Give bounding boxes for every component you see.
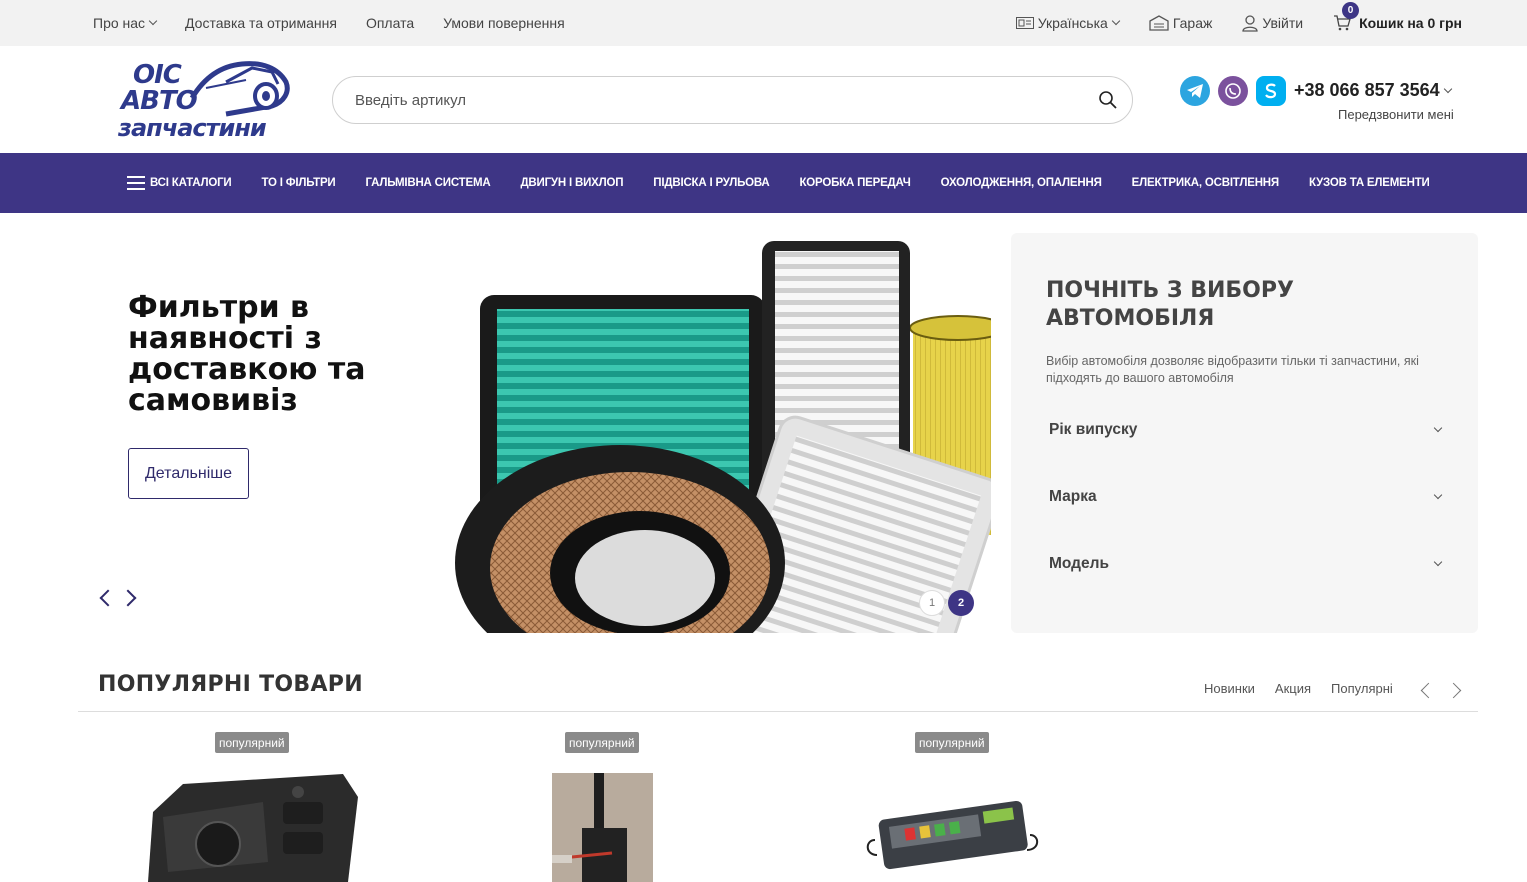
car-select-panel: ПОЧНІТЬ З ВИБОРУ АВТОМОБІЛЯ Вибір автомо…: [1011, 233, 1478, 633]
category-filters[interactable]: ТО І ФІЛЬТРИ: [261, 177, 335, 189]
product-image-stalk-switch[interactable]: [552, 773, 653, 882]
cart-count-badge: 0: [1342, 2, 1360, 19]
category-suspension[interactable]: ПІДВІСКА І РУЛЬОВА: [653, 177, 769, 189]
tab-new[interactable]: Новинки: [1204, 681, 1255, 696]
category-body[interactable]: КУЗОВ ТА ЕЛЕМЕНТИ: [1309, 177, 1430, 189]
chevron-down-icon: [1111, 16, 1121, 26]
top-nav-about[interactable]: Про нас: [93, 15, 158, 31]
category-electrics[interactable]: ЕЛЕКТРИКА, ОСВІТЛЕННЯ: [1132, 177, 1279, 189]
tab-sale[interactable]: Акция: [1275, 681, 1311, 696]
carousel-next-icon[interactable]: [1445, 682, 1462, 699]
telegram-icon[interactable]: [1180, 76, 1210, 106]
product-badge: популярний: [215, 732, 289, 753]
select-model[interactable]: Модель: [1049, 549, 1445, 579]
popular-arrows: [1420, 682, 1462, 699]
chevron-down-icon: [1433, 490, 1443, 500]
car-select-description: Вибір автомобіля дозволяє відобразити ті…: [1046, 354, 1419, 385]
category-cooling[interactable]: ОХОЛОДЖЕННЯ, ОПАЛЕННЯ: [941, 177, 1102, 189]
hero-title: Фильтри в наявності з доставкою та самов…: [128, 290, 366, 418]
search-input[interactable]: [355, 77, 1055, 123]
all-catalogs-button[interactable]: ВСІ КАТАЛОГИ: [127, 176, 232, 190]
slider-dot-1[interactable]: 1: [919, 590, 945, 616]
product-badge: популярний: [565, 732, 639, 753]
login-link[interactable]: Увійти: [1242, 14, 1303, 32]
chevron-down-icon: [1443, 84, 1452, 93]
language-flag-icon: [1015, 17, 1034, 29]
category-engine[interactable]: ДВИГУН І ВИХЛОП: [520, 177, 623, 189]
cart-total: Кошик на 0 грн: [1359, 15, 1462, 31]
product-badge: популярний: [915, 732, 989, 753]
product-image-battery-charger[interactable]: [865, 780, 1040, 882]
slider-prev-arrow-icon[interactable]: [99, 589, 117, 607]
car-select-title: ПОЧНІТЬ З ВИБОРУ АВТОМОБІЛЯ: [1046, 278, 1294, 331]
skype-icon[interactable]: [1256, 76, 1286, 106]
menu-icon: [127, 176, 145, 190]
carousel-prev-icon[interactable]: [1420, 682, 1437, 699]
chevron-down-icon: [1433, 423, 1443, 433]
search-bar: [332, 76, 1133, 124]
popular-tabs: Новинки Акция Популярні: [1204, 681, 1413, 696]
phone-number[interactable]: +38 066 857 3564: [1294, 80, 1452, 101]
product-image-light-switch[interactable]: [143, 772, 363, 882]
hero-filters-image: [455, 233, 991, 633]
select-year[interactable]: Рік випуску: [1049, 415, 1445, 445]
slider-pagination: 1 2: [919, 590, 977, 616]
category-nav: ВСІ КАТАЛОГИ ТО І ФІЛЬТРИ ГАЛЬМІВНА СИСТ…: [0, 153, 1527, 213]
divider: [78, 711, 1478, 712]
category-list: ВСІ КАТАЛОГИ ТО І ФІЛЬТРИ ГАЛЬМІВНА СИСТ…: [127, 153, 1460, 213]
viber-icon[interactable]: [1218, 76, 1248, 106]
garage-icon: [1149, 15, 1169, 31]
top-right-actions: Українська Гараж Увійти 0 Кошик на 0 грн: [986, 0, 1462, 46]
slider-dot-2[interactable]: 2: [948, 590, 974, 616]
car-logo-icon: [189, 61, 290, 117]
contacts-block: +38 066 857 3564 Передзвонити мені: [1180, 76, 1480, 136]
chevron-down-icon: [1433, 557, 1443, 567]
hero-details-button[interactable]: Детальніше: [128, 448, 249, 499]
site-logo[interactable]: OIC АВТО запчастини: [118, 58, 293, 142]
user-icon: [1242, 14, 1259, 32]
top-nav-payment[interactable]: Оплата: [366, 15, 414, 31]
top-bar: Про нас Доставка та отримання Оплата Умо…: [0, 0, 1527, 46]
slider-next-arrow-icon[interactable]: [119, 589, 137, 607]
garage-link[interactable]: Гараж: [1149, 15, 1212, 31]
search-icon: [1099, 91, 1117, 109]
language-selector[interactable]: Українська: [1015, 15, 1121, 31]
select-brand[interactable]: Марка: [1049, 482, 1445, 512]
top-nav: Про нас Доставка та отримання Оплата Умо…: [93, 0, 594, 46]
search-button[interactable]: [1098, 90, 1118, 115]
top-nav-delivery[interactable]: Доставка та отримання: [185, 15, 337, 31]
callback-link[interactable]: Передзвонити мені: [1338, 107, 1454, 122]
tab-popular[interactable]: Популярні: [1331, 681, 1393, 696]
chevron-down-icon: [148, 16, 158, 26]
category-gearbox[interactable]: КОРОБКА ПЕРЕДАЧ: [799, 177, 910, 189]
top-nav-returns[interactable]: Умови повернення: [443, 15, 565, 31]
cart-button[interactable]: 0 Кошик на 0 грн: [1333, 2, 1462, 31]
hero-arrows: [98, 589, 142, 607]
popular-products-title: ПОПУЛЯРНІ ТОВАРИ: [98, 672, 363, 697]
category-brakes[interactable]: ГАЛЬМІВНА СИСТЕМА: [365, 177, 490, 189]
